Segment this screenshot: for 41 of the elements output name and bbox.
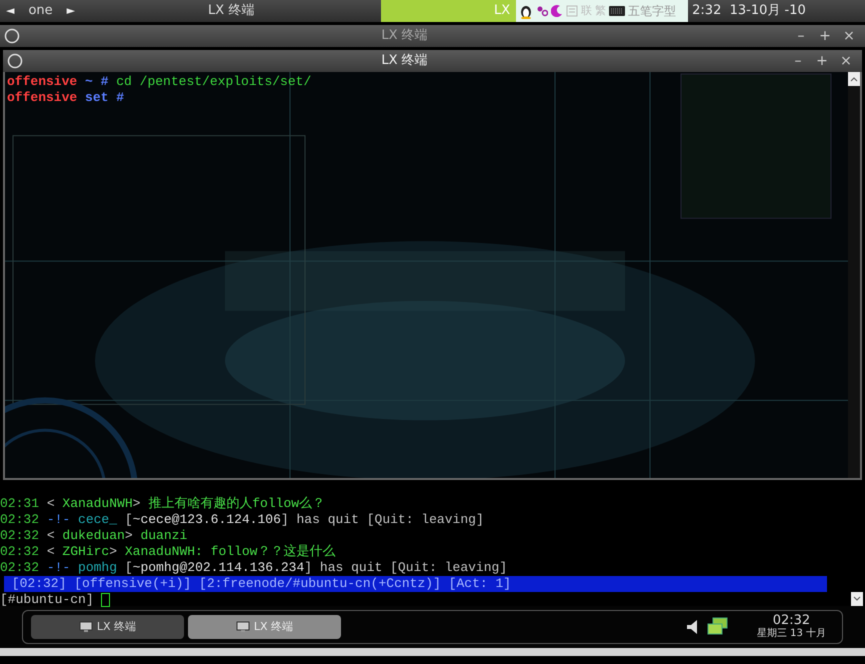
keyboard-icon[interactable] bbox=[609, 6, 626, 16]
panel-date: 星期三 13 十月 bbox=[756, 627, 826, 640]
penguin-icon[interactable] bbox=[519, 3, 534, 19]
window-title: LX 终端 bbox=[380, 52, 429, 70]
status-bar: [02:32] [offensive(+i)] [2:freenode/#ubuntu-cn(+Ccntz)] [Act: 1] bbox=[4, 576, 827, 592]
cursor bbox=[101, 592, 110, 607]
width-toggle-icon[interactable] bbox=[566, 5, 578, 17]
desktop-name: one bbox=[27, 2, 54, 20]
terminal-line: offensive set # bbox=[7, 90, 126, 106]
window-menu-icon[interactable] bbox=[4, 28, 20, 44]
window-menu-icon[interactable] bbox=[7, 53, 23, 69]
clock: 2:32 13-10月 -10 bbox=[691, 2, 806, 20]
prompt: [#ubuntu-cn] bbox=[0, 592, 95, 607]
close-button[interactable]: × bbox=[834, 51, 858, 71]
network-icon[interactable] bbox=[706, 617, 729, 637]
active-window-title: LX 终端 bbox=[207, 2, 256, 20]
terminal-line: 02:32 < dukeduan> duanzi bbox=[0, 528, 188, 544]
taskbar-button[interactable]: LX 终端 bbox=[188, 615, 341, 639]
crescent-icon[interactable] bbox=[551, 5, 564, 17]
window-title: LX 终端 bbox=[380, 27, 429, 46]
maximize-button[interactable]: + bbox=[813, 26, 837, 46]
maximize-button[interactable]: + bbox=[810, 51, 834, 71]
panel-time: 02:32 bbox=[772, 614, 810, 627]
terminal-line: 02:32 -!- pomhg [~pomhg@202.114.136.234] has quit [Quit: leaving] bbox=[0, 560, 508, 576]
minimize-button[interactable]: – bbox=[789, 26, 813, 46]
monitor-icon bbox=[78, 621, 93, 633]
monitor-icon bbox=[236, 621, 250, 633]
terminal-line: 02:32 < ZGHirc> XanaduNWH: follow？？这是什么 bbox=[0, 544, 336, 560]
terminal-line: offensive ~ # cd /pentest/exploits/set/ bbox=[7, 74, 312, 90]
next-desktop-button[interactable]: ► bbox=[60, 2, 82, 20]
scroll-down-icon[interactable] bbox=[851, 592, 863, 606]
terminal-line: 02:31 < XanaduNWH> 推上有啥有趣的人follow么？ bbox=[0, 496, 326, 512]
terminal-line: 02:32 -!- cece_ [~cece@123.6.124.106] has quit [Quit: leaving] bbox=[0, 512, 485, 528]
input-method-label: LX bbox=[381, 0, 516, 22]
input-method-status: 五笔字型 bbox=[628, 3, 678, 20]
close-button[interactable]: × bbox=[837, 26, 861, 46]
taskbar-button[interactable]: LX 终端 bbox=[31, 615, 184, 639]
scroll-bar[interactable] bbox=[848, 86, 860, 478]
punctuation-icon[interactable] bbox=[536, 5, 548, 17]
minimize-button[interactable]: – bbox=[786, 51, 810, 71]
previous-desktop-button[interactable]: ◄ bbox=[0, 2, 20, 20]
